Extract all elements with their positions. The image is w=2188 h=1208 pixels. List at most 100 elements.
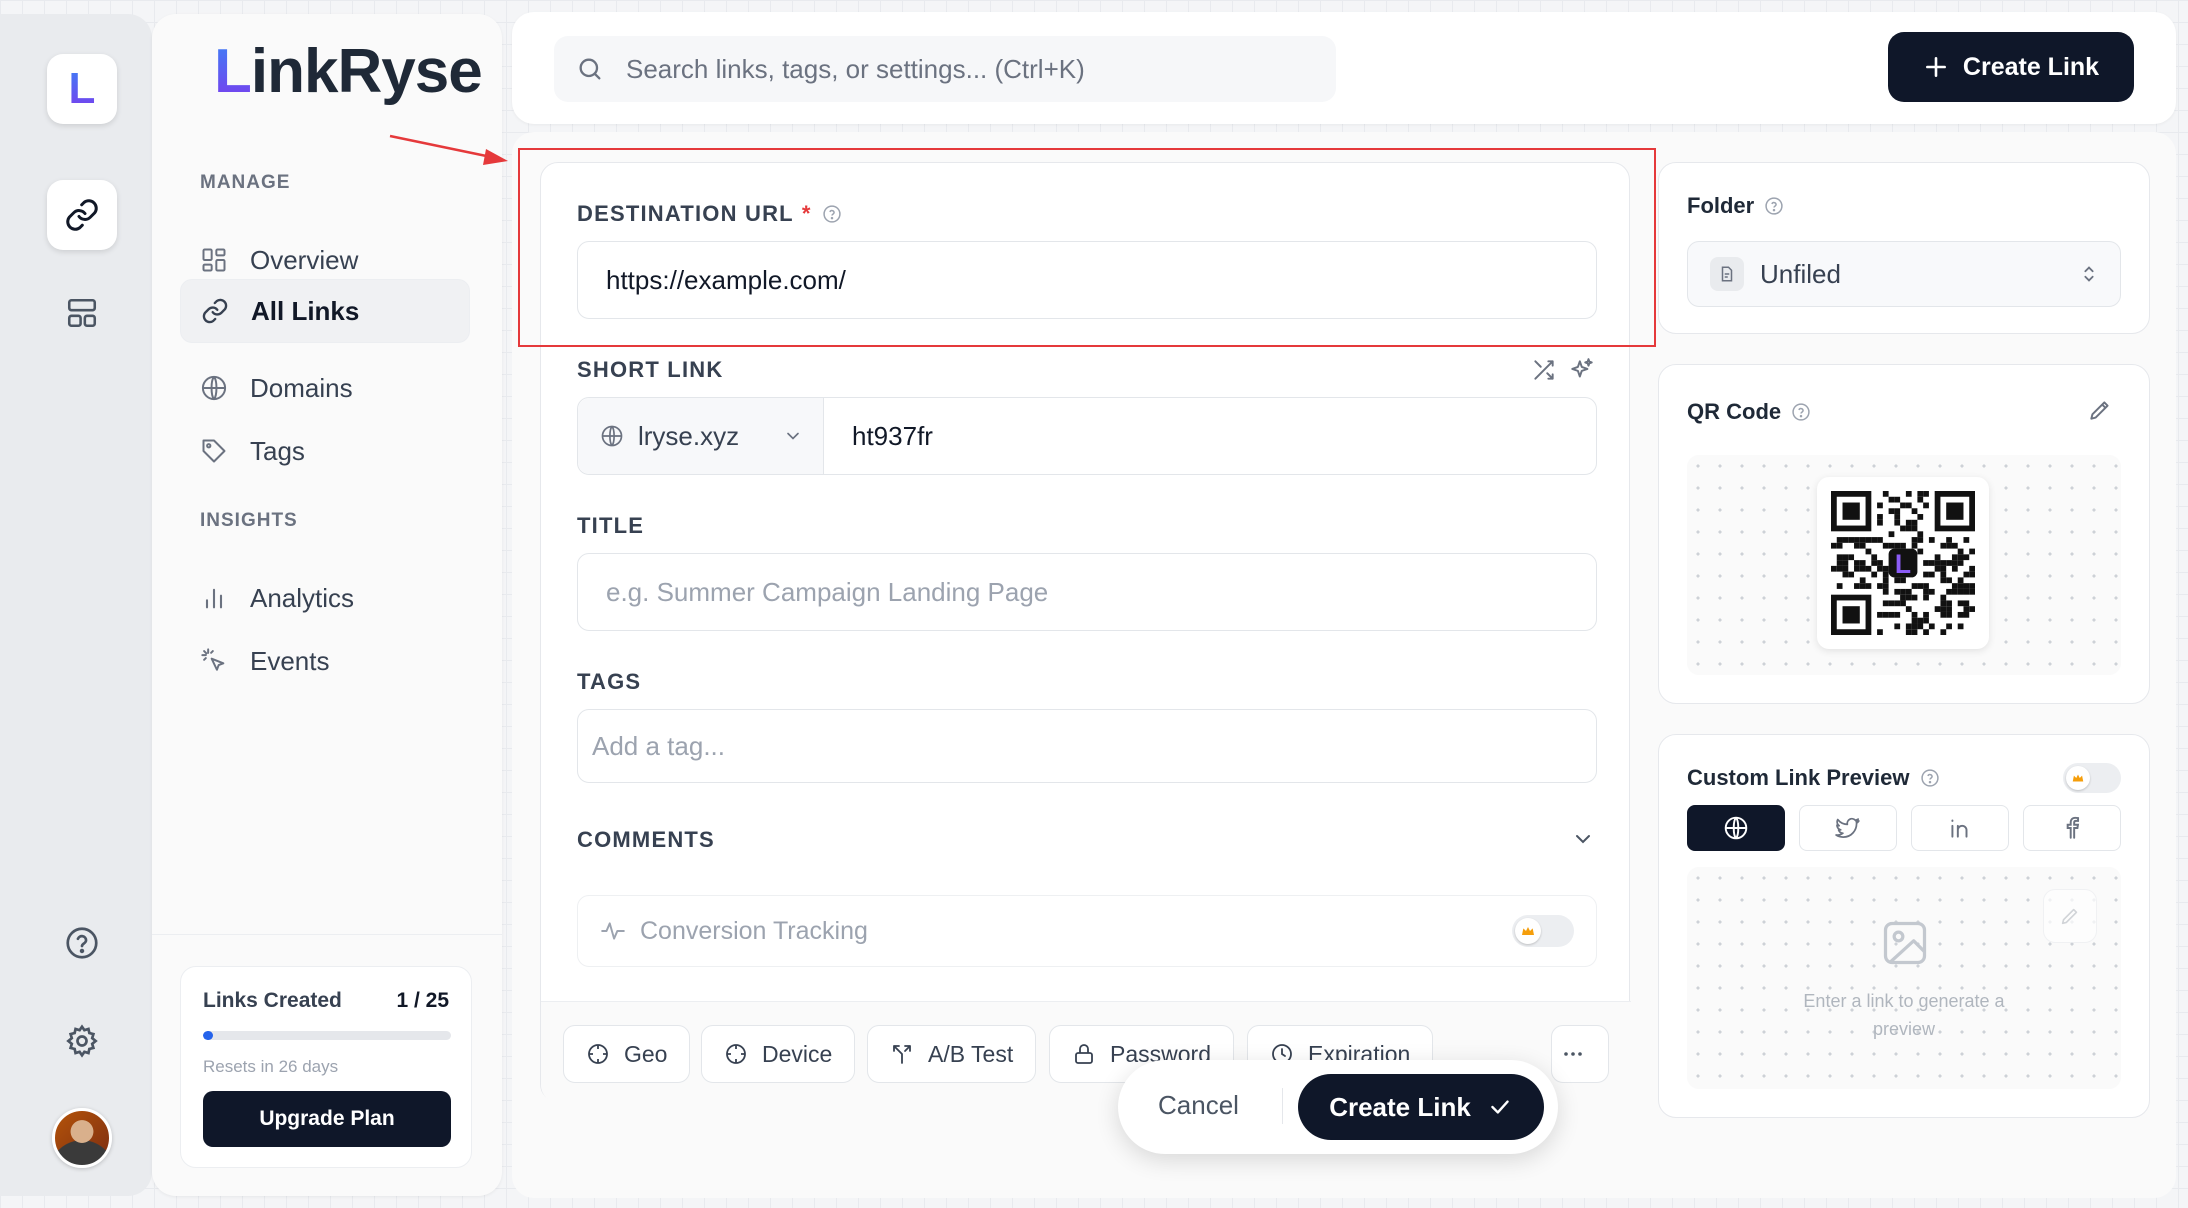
form-footer: Cancel Create Link xyxy=(1118,1060,1558,1154)
preview-edit-button[interactable] xyxy=(2043,889,2097,943)
sidebar-item-tags[interactable]: Tags xyxy=(180,420,470,482)
rail-links-button[interactable] xyxy=(47,180,117,250)
device-option-button[interactable]: Device xyxy=(701,1025,856,1083)
domain-value: lryse.xyz xyxy=(638,420,740,451)
chevron-updown-icon xyxy=(2084,266,2094,282)
ab-test-option-button[interactable]: A/B Test xyxy=(867,1025,1037,1083)
preview-canvas: Enter a link to generate a preview xyxy=(1687,867,2121,1089)
image-icon xyxy=(1883,921,1927,965)
split-icon xyxy=(893,1045,911,1064)
folder-select[interactable]: Unfiled xyxy=(1687,241,2121,307)
preview-hint: Enter a link to generate a preview xyxy=(1803,991,2005,1039)
globe-icon xyxy=(201,375,227,401)
slug-input[interactable]: ht937fr xyxy=(824,421,933,452)
section-insights: INSIGHTS xyxy=(200,510,298,531)
sidebar-item-analytics[interactable]: Analytics xyxy=(180,567,470,629)
sidebar-item-all-links[interactable]: All Links xyxy=(180,279,470,343)
lock-icon xyxy=(1075,1044,1093,1064)
info-icon xyxy=(1792,403,1810,421)
usage-count: 1 / 25 xyxy=(396,989,449,1012)
custom-link-preview-card: Custom Link Preview Enter a link to gene… xyxy=(1658,734,2150,1118)
option-label: A/B Test xyxy=(928,1040,1014,1067)
qr-code-image[interactable]: L xyxy=(1817,477,1989,649)
more-icon xyxy=(1564,1052,1582,1056)
qr-title: QR Code xyxy=(1687,399,1811,425)
preview-title: Custom Link Preview xyxy=(1687,765,1940,791)
shuffle-icon[interactable] xyxy=(1531,357,1557,383)
sidebar-item-events[interactable]: Events xyxy=(180,630,470,692)
icon-rail: L xyxy=(0,14,152,1196)
usage-progress-fill xyxy=(203,1031,213,1040)
chevron-down-icon[interactable] xyxy=(1571,827,1595,851)
search-icon xyxy=(579,58,601,80)
check-icon xyxy=(1491,1100,1509,1114)
tags-input[interactable]: Add a tag... xyxy=(577,709,1597,783)
upgrade-button[interactable]: Upgrade Plan xyxy=(203,1091,451,1147)
plus-icon xyxy=(1925,57,1946,77)
qr-code: L xyxy=(1831,491,1975,635)
tab-default-preview[interactable] xyxy=(1687,805,1785,851)
domain-select[interactable]: lryse.xyz xyxy=(578,398,824,474)
folder-title-text: Folder xyxy=(1687,193,1755,218)
search-input[interactable]: Search links, tags, or settings... (Ctrl… xyxy=(554,36,1336,102)
geo-option-button[interactable]: Geo xyxy=(563,1025,691,1083)
rail-help-button[interactable] xyxy=(47,908,117,978)
option-label: Geo xyxy=(624,1040,668,1067)
usage-card: Links Created 1 / 25 Resets in 26 days U… xyxy=(180,966,472,1168)
grid-icon xyxy=(202,248,226,272)
qr-code-card: QR Code L xyxy=(1658,364,2150,704)
conversion-label: Conversion Tracking xyxy=(640,916,868,945)
cursor-click-icon xyxy=(201,648,225,671)
comments-label: COMMENTS xyxy=(577,827,715,852)
rail-layout-button[interactable] xyxy=(47,278,117,348)
link-icon xyxy=(66,199,98,231)
search-placeholder: Search links, tags, or settings... (Ctrl… xyxy=(626,53,1085,84)
tab-facebook-preview[interactable] xyxy=(2023,805,2121,851)
cancel-button[interactable]: Cancel xyxy=(1158,1090,1239,1121)
tab-linkedin-preview[interactable] xyxy=(1911,805,2009,851)
folder-title: Folder xyxy=(1687,193,1784,219)
usage-resets: Resets in 26 days xyxy=(203,1057,339,1076)
preview-toggle[interactable] xyxy=(2063,763,2121,793)
option-label: Device xyxy=(762,1040,833,1067)
folder-value: Unfiled xyxy=(1760,258,1841,289)
annotation-arrow xyxy=(389,134,508,165)
qr-title-text: QR Code xyxy=(1687,399,1782,424)
avatar[interactable] xyxy=(52,1108,112,1168)
more-options-button[interactable] xyxy=(1551,1025,1609,1083)
crown-icon xyxy=(1515,918,1541,944)
activity-icon xyxy=(601,922,625,940)
top-header: Search links, tags, or settings... (Ctrl… xyxy=(512,12,2176,124)
highlight-box xyxy=(518,148,1656,347)
qr-canvas: L xyxy=(1687,455,2121,675)
crosshair-icon xyxy=(726,1044,746,1064)
footer-create-link-button[interactable]: Create Link xyxy=(1298,1074,1544,1140)
create-link-label: Create Link xyxy=(1962,52,2100,81)
twitter-icon xyxy=(1835,817,1860,838)
header-create-link-button[interactable]: Create Link xyxy=(1888,32,2134,102)
conversion-tracking-row: Conversion Tracking xyxy=(577,895,1597,967)
sidebar-item-label: Overview xyxy=(250,244,359,275)
logo-button[interactable]: L xyxy=(47,54,117,124)
rail-settings-button[interactable] xyxy=(47,1006,117,1076)
tag-icon xyxy=(202,439,226,463)
logo-icon: L xyxy=(68,64,96,113)
brand-rest: inkRyse xyxy=(250,37,483,106)
title-input[interactable]: e.g. Summer Campaign Landing Page xyxy=(577,553,1597,631)
gear-icon xyxy=(66,1024,98,1058)
tags-label: TAGS xyxy=(577,669,642,694)
edit-icon[interactable] xyxy=(2087,397,2113,423)
short-link-label: SHORT LINK xyxy=(577,357,724,382)
help-icon xyxy=(66,927,98,959)
sparkles-icon[interactable] xyxy=(1569,357,1595,383)
svg-text:L: L xyxy=(1895,549,1911,579)
tab-twitter-preview[interactable] xyxy=(1799,805,1897,851)
brand-logo[interactable]: LinkRyse xyxy=(214,36,483,107)
sidebar-item-domains[interactable]: Domains xyxy=(180,357,470,419)
usage-progress xyxy=(203,1031,451,1040)
layout-icon xyxy=(67,298,97,328)
footer-divider xyxy=(1282,1088,1283,1124)
conversion-toggle[interactable] xyxy=(1512,915,1574,947)
link-icon xyxy=(202,298,228,324)
title-label: TITLE xyxy=(577,513,645,538)
